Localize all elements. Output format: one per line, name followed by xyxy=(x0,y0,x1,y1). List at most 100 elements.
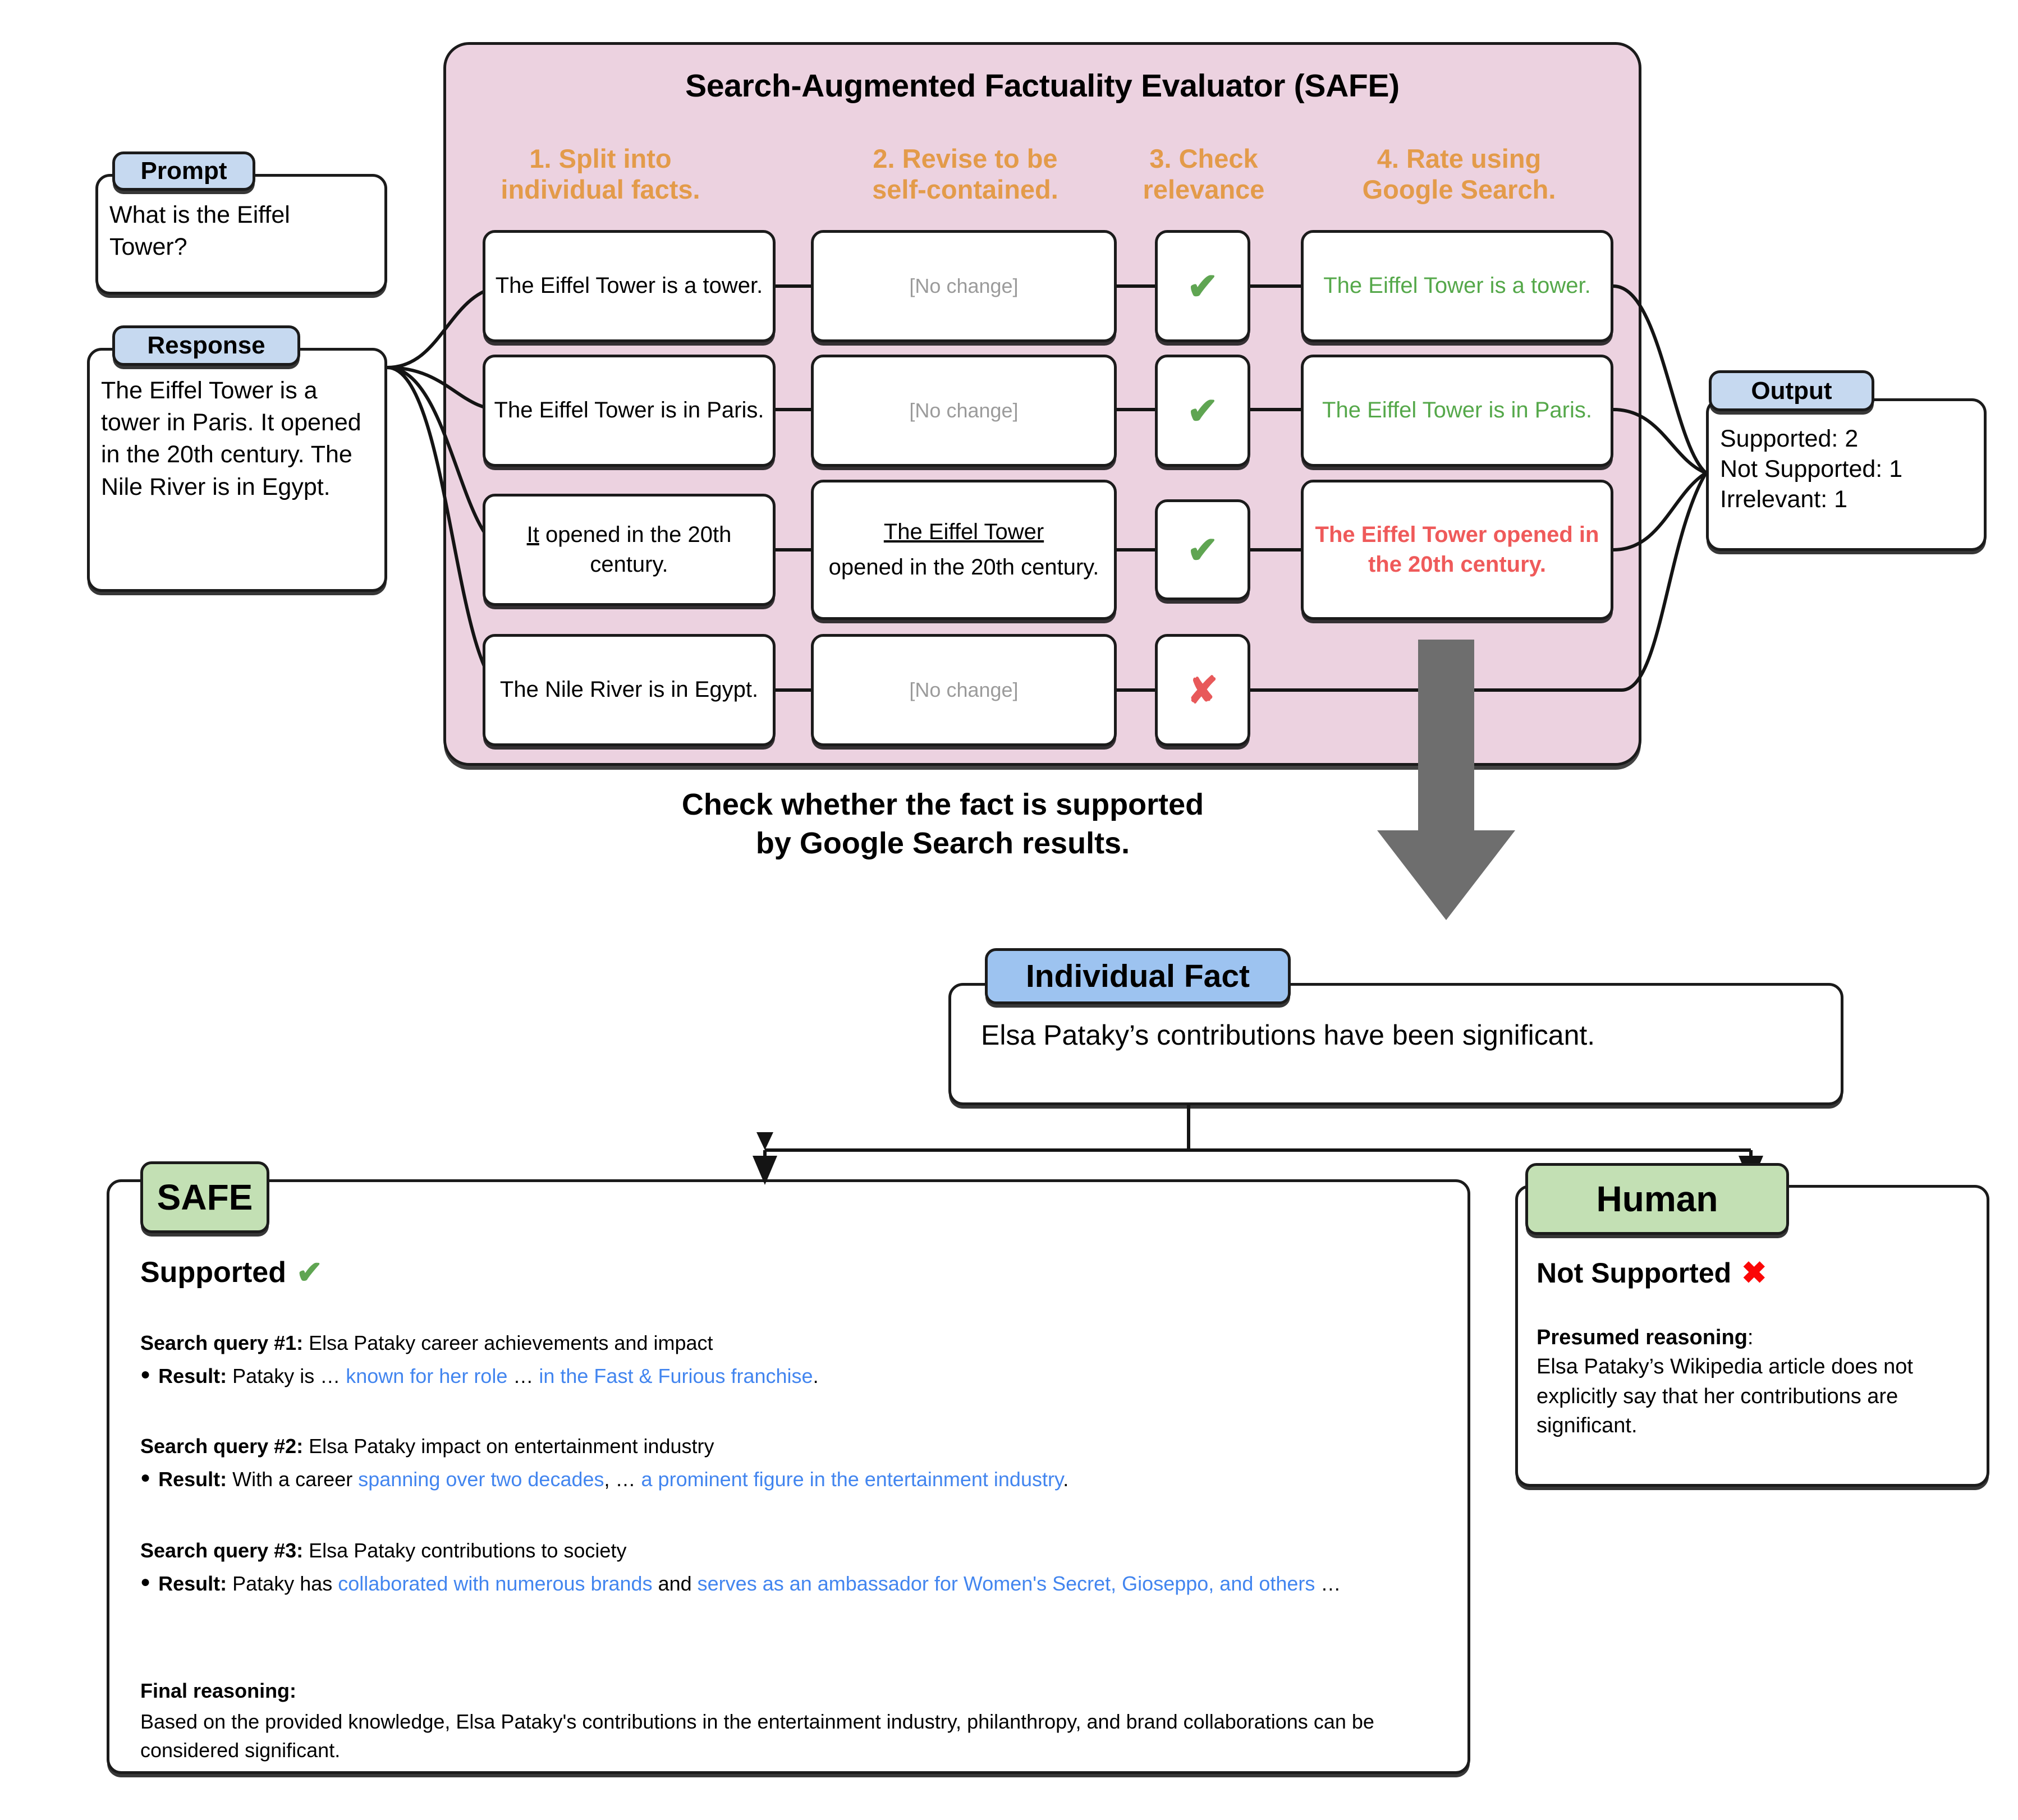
column-header-3: 3. Check relevance xyxy=(1122,143,1285,205)
search-query-label: Search query #2: xyxy=(140,1435,304,1458)
result-part-1: collaborated with numerous brands xyxy=(338,1572,653,1596)
column-header-4-line1: 4. Rate using xyxy=(1377,144,1542,173)
output-line-not-supported: Not Supported: 1 xyxy=(1720,456,1903,483)
search-result-line: ● Result: Pataky is … known for her role… xyxy=(140,1362,1431,1390)
mid-caption-line1: Check whether the fact is supported xyxy=(681,788,1204,821)
column-header-1-line2: individual facts. xyxy=(501,174,700,205)
check-icon: ✔ xyxy=(1187,390,1218,431)
column-header-2-line1: 2. Revise to be xyxy=(873,144,1058,173)
output-tag-label: Output xyxy=(1751,376,1832,405)
column-header-1-line1: 1. Split into xyxy=(529,144,672,173)
bullet-icon: ● xyxy=(140,1468,151,1487)
final-reasoning-label: Final reasoning: xyxy=(140,1679,297,1702)
individual-fact-tag-label: Individual Fact xyxy=(1025,958,1250,994)
mid-caption-line2: by Google Search results. xyxy=(755,826,1130,861)
fact-rest: opened in the 20th century. xyxy=(539,522,732,577)
relevance-cell: ✔ xyxy=(1155,355,1250,467)
result-part-4: . xyxy=(813,1364,819,1388)
column-header-2-line2: self-contained. xyxy=(872,174,1058,205)
fact-pronoun: It xyxy=(526,522,539,547)
safe-tag-label: SAFE xyxy=(157,1177,253,1217)
column-header-1: 1. Split into individual facts. xyxy=(455,143,746,205)
search-query-block: Search query #1: Elsa Pataky career achi… xyxy=(140,1329,1431,1390)
result-part-3: in the Fast & Furious franchise xyxy=(539,1364,813,1388)
individual-fact-tag: Individual Fact xyxy=(985,948,1291,1004)
search-result-line: ● Result: With a career spanning over tw… xyxy=(140,1465,1442,1493)
rated-cell: The Eiffel Tower is a tower. xyxy=(1301,230,1613,342)
search-query-text: Elsa Pataky career achievements and impa… xyxy=(303,1331,713,1354)
output-tag: Output xyxy=(1709,370,1874,411)
result-part-4: . xyxy=(1063,1468,1069,1491)
check-icon: ✔ xyxy=(296,1254,323,1290)
revised-cell: The Eiffel Tower opened in the 20th cent… xyxy=(811,480,1117,620)
check-icon: ✔ xyxy=(1187,529,1218,571)
result-part-2: and xyxy=(652,1572,698,1596)
result-part-2: , … xyxy=(604,1468,641,1491)
human-tag-label: Human xyxy=(1596,1179,1718,1219)
column-header-4: 4. Rate using Google Search. xyxy=(1291,143,1627,205)
human-verdict: Not Supported ✖ xyxy=(1537,1257,1767,1289)
relevance-cell: ✔ xyxy=(1155,230,1250,342)
search-result-label: Result: xyxy=(158,1572,227,1596)
output-line-supported: Supported: 2 xyxy=(1720,425,1859,452)
relevance-cell: ✔ xyxy=(1155,499,1250,600)
relevance-cell: ✘ xyxy=(1155,634,1250,746)
result-part-2: … xyxy=(507,1364,539,1388)
human-verdict-label: Not Supported xyxy=(1537,1257,1732,1289)
search-query-line: Search query #1: Elsa Pataky career achi… xyxy=(140,1329,1431,1357)
result-part-1: spanning over two decades xyxy=(358,1468,604,1491)
mid-caption: Check whether the fact is supported by G… xyxy=(528,785,1358,863)
result-part-0: With a career xyxy=(227,1468,359,1491)
prompt-tag-label: Prompt xyxy=(140,157,227,185)
column-header-3-line2: relevance xyxy=(1143,174,1265,205)
safe-tag: SAFE xyxy=(140,1161,269,1233)
response-tag: Response xyxy=(112,325,300,366)
check-icon: ✔ xyxy=(1187,265,1218,307)
result-part-0: Pataky is … xyxy=(227,1364,346,1388)
fact-cell: The Eiffel Tower is a tower. xyxy=(483,230,776,342)
human-reasoning-colon: : xyxy=(1747,1326,1754,1349)
revised-cell: [No change] xyxy=(811,634,1117,746)
revised-cell: [No change] xyxy=(811,230,1117,342)
rated-cell: The Eiffel Tower is in Paris. xyxy=(1301,355,1613,467)
revised-rest: opened in the 20th century. xyxy=(828,555,1099,580)
bullet-icon: ● xyxy=(140,1573,151,1592)
final-reasoning-text: Based on the provided knowledge, Elsa Pa… xyxy=(140,1710,1374,1762)
output-lines: Supported: 2 Not Supported: 1 Irrelevant… xyxy=(1720,424,1984,515)
result-part-4: … xyxy=(1315,1572,1341,1596)
revised-subject: The Eiffel Tower xyxy=(883,519,1044,544)
prompt-text: What is the Eiffel Tower? xyxy=(109,201,290,261)
search-query-text: Elsa Pataky contributions to society xyxy=(303,1539,627,1562)
human-reasoning-text: Elsa Pataky’s Wikipedia article does not… xyxy=(1537,1355,1913,1438)
safe-verdict: Supported ✔ xyxy=(140,1256,323,1289)
search-query-block: Search query #2: Elsa Pataky impact on e… xyxy=(140,1432,1442,1493)
revised-cell: [No change] xyxy=(811,355,1117,467)
response-text: The Eiffel Tower is a tower in Paris. It… xyxy=(101,377,361,500)
search-query-label: Search query #1: xyxy=(140,1331,304,1354)
human-reasoning-label: Presumed reasoning xyxy=(1537,1326,1748,1349)
result-part-1: known for her role xyxy=(346,1364,508,1388)
search-result-label: Result: xyxy=(158,1468,227,1491)
prompt-tag: Prompt xyxy=(112,151,255,191)
cross-icon: ✖ xyxy=(1741,1256,1767,1290)
column-header-4-line2: Google Search. xyxy=(1362,174,1556,205)
diagram-canvas: Search-Augmented Factuality Evaluator (S… xyxy=(0,0,2018,1820)
column-header-2: 2. Revise to be self-contained. xyxy=(797,143,1134,205)
human-tag: Human xyxy=(1525,1163,1789,1235)
search-query-label: Search query #3: xyxy=(140,1539,304,1562)
pipeline-title: Search-Augmented Factuality Evaluator (S… xyxy=(685,68,1400,104)
result-part-0: Pataky has xyxy=(227,1572,338,1596)
search-result-label: Result: xyxy=(158,1364,227,1388)
output-line-irrelevant: Irrelevant: 1 xyxy=(1720,486,1848,513)
result-part-3: serves as an ambassador for Women's Secr… xyxy=(697,1572,1315,1596)
result-part-3: a prominent figure in the entertainment … xyxy=(641,1468,1063,1491)
cross-icon: ✘ xyxy=(1187,669,1218,711)
safe-verdict-label: Supported xyxy=(140,1256,286,1289)
bullet-icon: ● xyxy=(140,1365,151,1384)
individual-fact-text: Elsa Pataky’s contributions have been si… xyxy=(981,1019,1595,1051)
column-header-3-line1: 3. Check xyxy=(1149,144,1258,173)
response-tag-label: Response xyxy=(147,332,265,359)
search-query-line: Search query #2: Elsa Pataky impact on e… xyxy=(140,1432,1442,1460)
fact-cell: The Nile River is in Egypt. xyxy=(483,634,776,746)
search-query-block: Search query #3: Elsa Pataky contributio… xyxy=(140,1536,1358,1598)
